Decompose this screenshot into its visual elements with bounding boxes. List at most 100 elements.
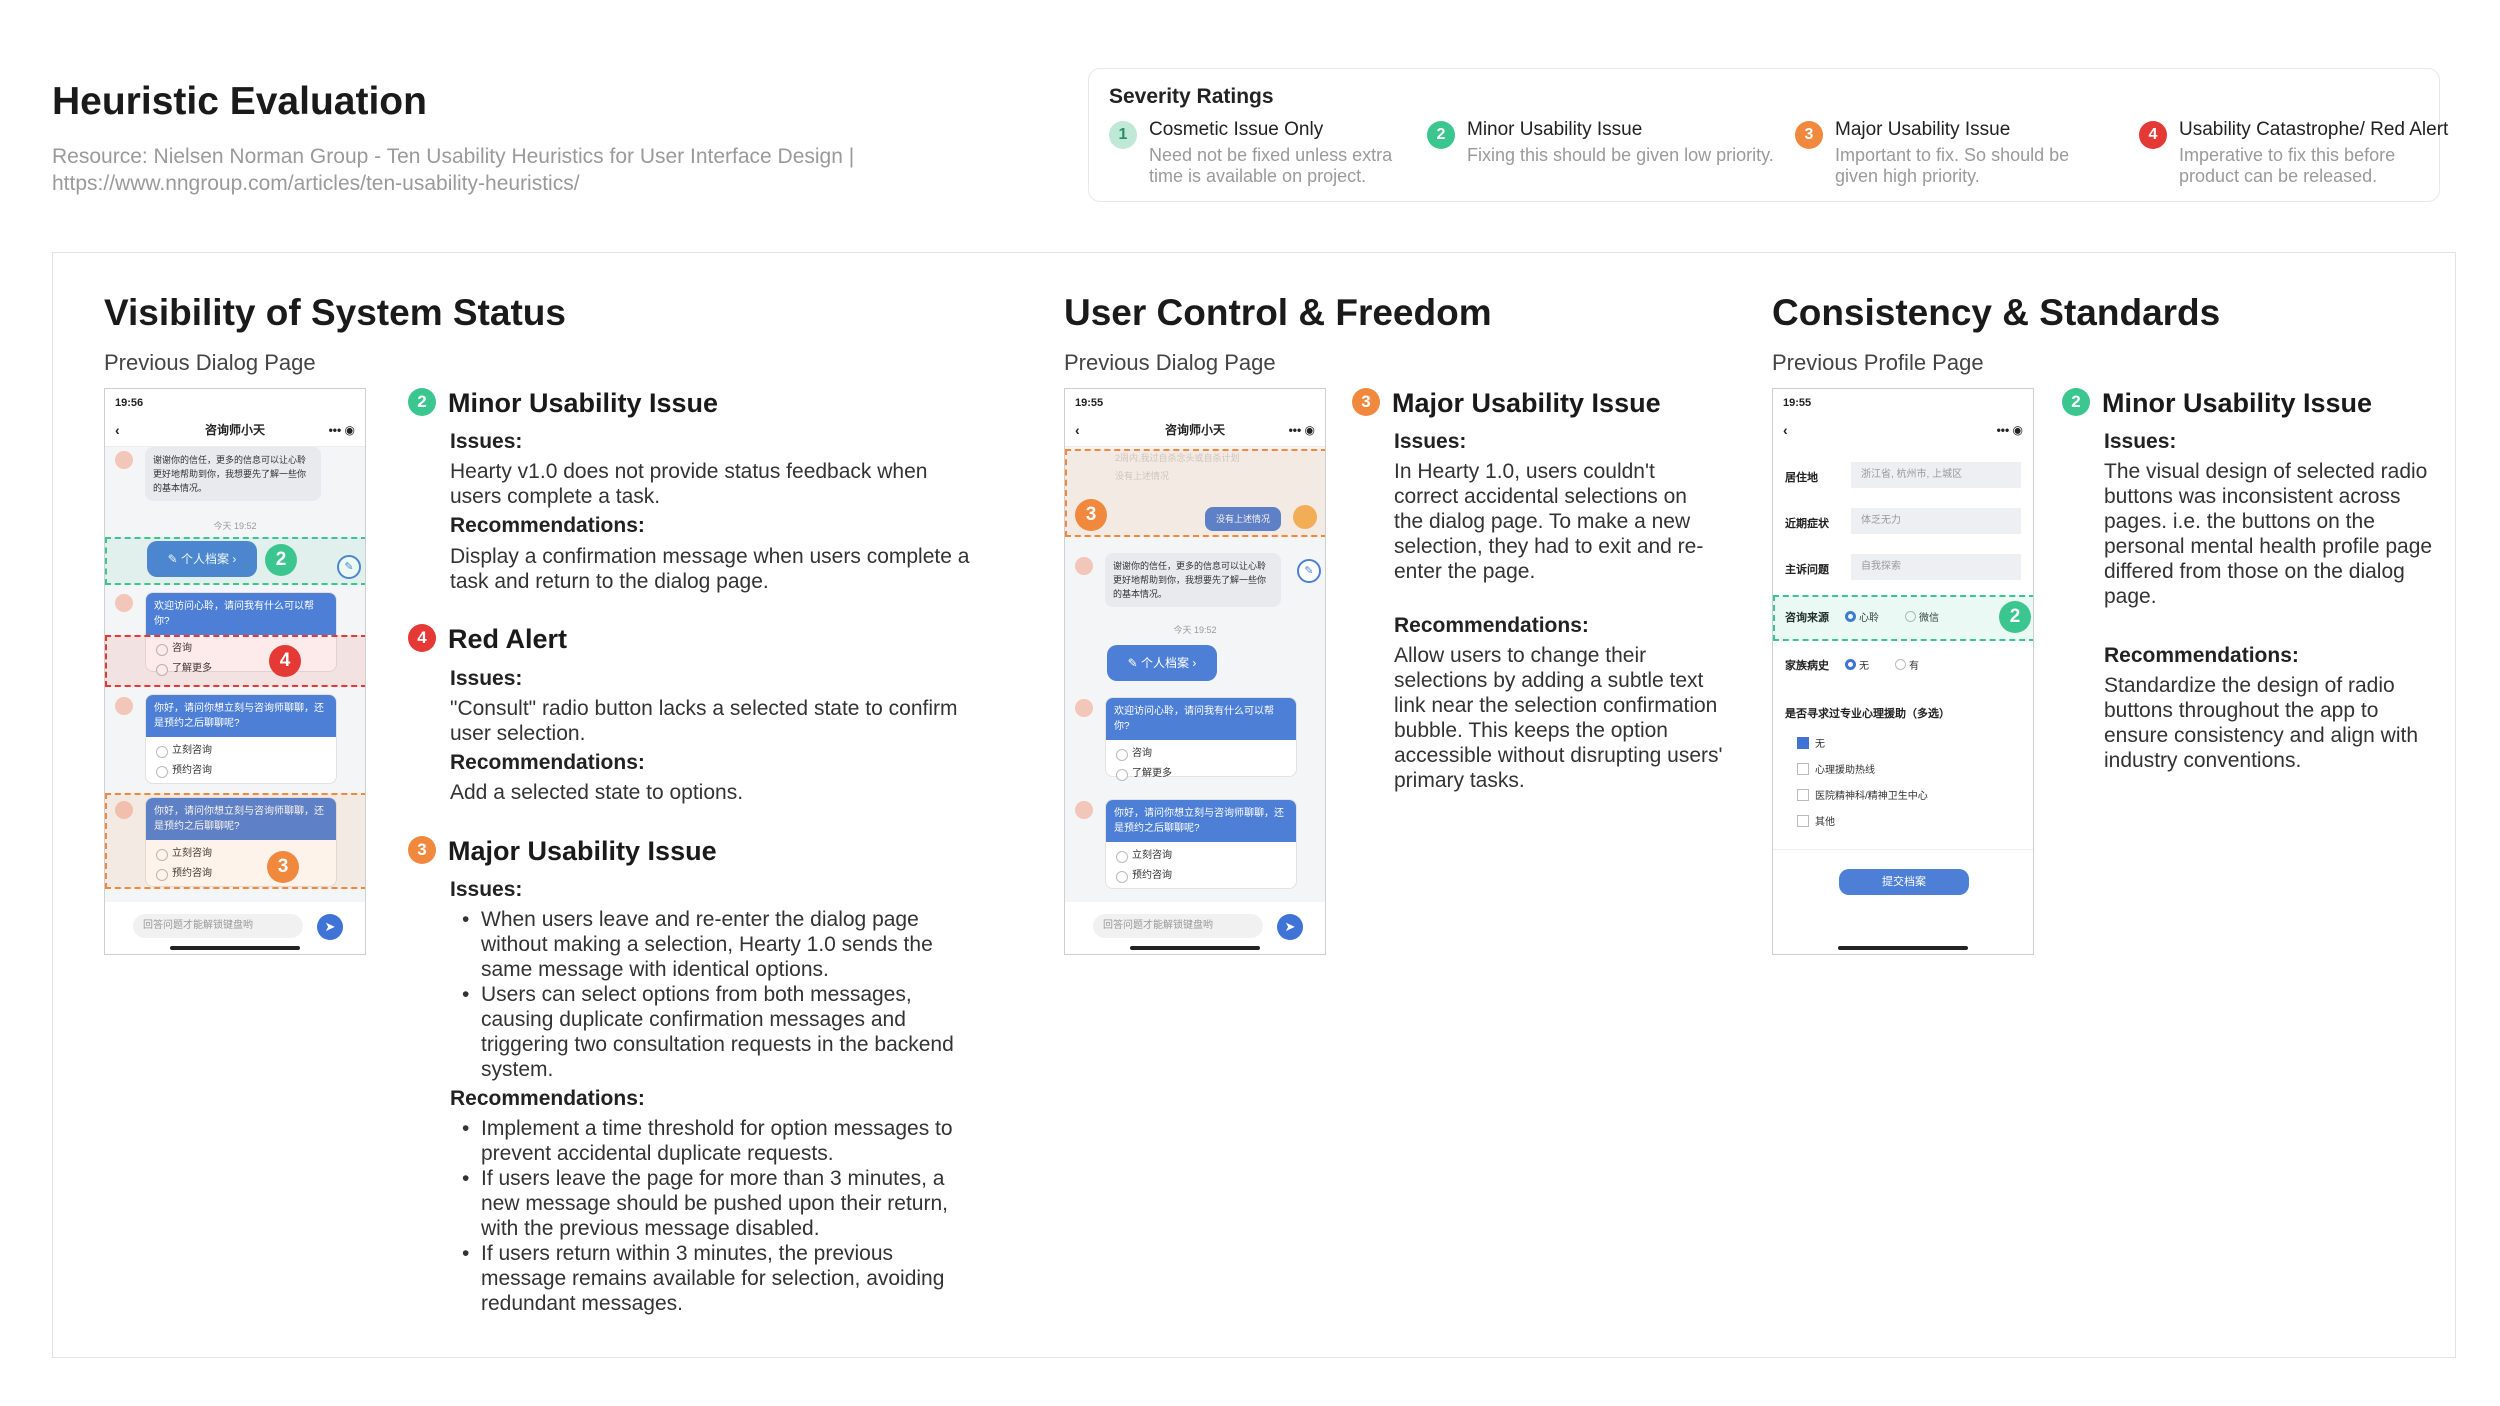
counselor-avatar [115,697,133,715]
counselor-avatar [1075,557,1093,575]
issue-badge-2: 2 [2062,387,2090,416]
issue-heading-red-alert: 4 Red Alert [408,623,568,655]
issue-heading-text: Minor Usability Issue [2102,388,2373,418]
send-icon[interactable]: ➤ [317,914,343,940]
back-icon[interactable]: ‹ [1075,413,1080,447]
checkbox-help-hospital[interactable]: 医院精神科/精神卫生中心 [1797,787,1928,802]
severity-4-dot: 4 [2139,121,2167,149]
nav-title-text: 咨询师小天 [1164,423,1225,437]
issues-label: Issues: [450,430,523,453]
nav-bar: ‹ ••• ◉ [1773,413,2033,447]
profile-pill-button[interactable]: ✎ 个人档案 › [1107,645,1217,681]
issues-label: Issues: [2104,430,2177,453]
status-bar-time: 19:55 [1773,389,2033,413]
phone-mockup-dialog-1: 19:56 ‹ 咨询师小天 ••• ◉ 谢谢你的信任，更多的信息可以让心聆更好地… [104,388,366,955]
issue-heading-minor: 2 Minor Usability Issue [2062,387,2373,419]
nav-title-text: 咨询师小天 [204,423,265,437]
submit-profile-button[interactable]: 提交档案 [1839,869,1969,895]
symptoms-field[interactable]: 体乏无力 [1851,508,2021,534]
recommendation-bullet: If users leave the page for more than 3 … [450,1166,970,1241]
severity-3-desc: Important to fix. So should be given hig… [1835,145,2070,186]
radio-book[interactable]: 预约咨询 [146,761,336,781]
section-title-user-control: User Control & Freedom [1064,292,1492,333]
issue-heading-text: Red Alert [448,624,568,654]
section-title-consistency: Consistency & Standards [1772,292,2221,333]
severity-2-dot: 2 [1427,121,1455,149]
recommendations-label: Recommendations: [450,1087,645,1110]
counselor-avatar [1075,801,1093,819]
send-icon[interactable]: ➤ [1277,914,1303,940]
severity-3-name: Major Usability Issue [1835,119,2011,140]
issue-heading-text: Major Usability Issue [1392,388,1661,418]
back-icon[interactable]: ‹ [115,413,120,447]
recommendation-text: Standardize the design of radio buttons … [2104,674,2419,772]
divider [1773,849,2033,850]
issues-label: Issues: [450,667,523,690]
nav-title: ‹ 咨询师小天 ••• ◉ [105,413,365,447]
checkbox-help-hotline[interactable]: 心理援助热线 [1797,761,1875,776]
home-indicator [1130,946,1260,950]
recommendations-label: Recommendations: [450,751,645,774]
severity-4-name: Usability Catastrophe/ Red Alert [2179,119,2449,140]
option-card: 欢迎访问心聆，请问我有什么可以帮你? 咨询 了解更多 [1105,697,1297,781]
form-label-complaint: 主诉问题 [1785,564,1829,576]
issue-heading-text: Minor Usability Issue [448,388,719,418]
badge-severity-2: 2 [265,544,297,576]
chat-message: 谢谢你的信任，更多的信息可以让心聆更好地帮助到你，我想要先了解一些你的基本情况。 [145,447,321,501]
recommendations-label: Recommendations: [450,514,645,537]
highlight-minor-issue [1773,595,2033,641]
checkbox-help-other[interactable]: 其他 [1797,813,1835,828]
radio-family-yes[interactable]: 有 [1895,657,1919,672]
radio-book[interactable]: 预约咨询 [1106,866,1296,886]
phone-mockup-dialog-2: 19:55 ‹ 咨询师小天 ••• ◉ 2周内,我过自杀念头或自杀计划 没有上述… [1064,388,1326,955]
issues-label: Issues: [1394,430,1467,453]
input-bar: 回答问题才能解锁键盘哟 ➤ [105,902,365,954]
issue-text: Hearty v1.0 does not provide status feed… [450,460,928,508]
residence-field[interactable]: 浙江省, 杭州市, 上城区 [1851,462,2021,488]
option-card-question: 欢迎访问心聆，请问我有什么可以帮你? [1106,698,1296,740]
radio-consult-now[interactable]: 立刻咨询 [146,741,336,761]
badge-severity-2: 2 [1999,601,2031,633]
complaint-field[interactable]: 自我探索 [1851,554,2021,580]
severity-ratings-legend: Severity Ratings 1 Cosmetic Issue Only N… [1088,68,2448,202]
radio-consult[interactable]: 咨询 [1106,744,1296,764]
highlight-red-alert [105,635,365,687]
edit-icon[interactable]: ✎ [1297,559,1321,583]
counselor-avatar [115,451,133,469]
severity-title: Severity Ratings [1109,85,1274,108]
issue-bullet: When users leave and re-enter the dialog… [450,907,970,982]
resource-citation: Resource: Nielsen Norman Group - Ten Usa… [52,145,855,195]
more-icon[interactable]: ••• ◉ [1289,413,1315,447]
back-icon[interactable]: ‹ [1783,413,1788,447]
counselor-avatar [115,594,133,612]
section-subtitle-user-control: Previous Dialog Page [1064,350,1276,375]
option-card-question: 欢迎访问心聆，请问我有什么可以帮你? [146,593,336,635]
issue-heading-major: 3 Major Usability Issue [1352,387,1661,419]
chat-message: 谢谢你的信任，更多的信息可以让心聆更好地帮助到你，我想要先了解一些你的基本情况。 [1105,553,1281,607]
issues-label: Issues: [450,878,523,901]
severity-2-desc: Fixing this should be given low priority… [1467,145,1774,165]
severity-4-desc: Imperative to fix this before product ca… [2179,145,2396,186]
more-icon[interactable]: ••• ◉ [329,413,355,447]
issue-text: The visual design of selected radio butt… [2104,460,2433,608]
highlight-major-issue [105,793,365,889]
radio-consult-now[interactable]: 立刻咨询 [1106,846,1296,866]
issue-text: "Consult" radio button lacks a selected … [450,697,958,745]
recommendation-bullet: If users return within 3 minutes, the pr… [450,1241,970,1316]
issue-badge-3: 3 [1352,387,1380,416]
radio-family-none[interactable]: 无 [1845,657,1869,672]
status-bar-time: 19:55 [1065,389,1325,413]
radio-learn-more[interactable]: 了解更多 [1106,764,1296,784]
message-input[interactable]: 回答问题才能解锁键盘哟 [133,914,303,938]
option-card-question: 你好，请问你想立刻与咨询师聊聊，还是预约之后聊聊呢? [146,695,336,737]
severity-2-name: Minor Usability Issue [1467,119,1643,140]
form-question-help: 是否寻求过专业心理援助（多选） [1785,708,1950,720]
chat-timestamp: 今天 19:52 [1173,625,1217,635]
more-icon[interactable]: ••• ◉ [1997,413,2023,447]
checkbox-help-none[interactable]: 无 [1797,735,1825,750]
page-title: Heuristic Evaluation [52,80,427,123]
home-indicator [1838,946,1968,950]
input-bar: 回答问题才能解锁键盘哟 ➤ [1065,902,1325,954]
message-input[interactable]: 回答问题才能解锁键盘哟 [1093,914,1263,938]
issue-badge-4: 4 [408,623,436,652]
